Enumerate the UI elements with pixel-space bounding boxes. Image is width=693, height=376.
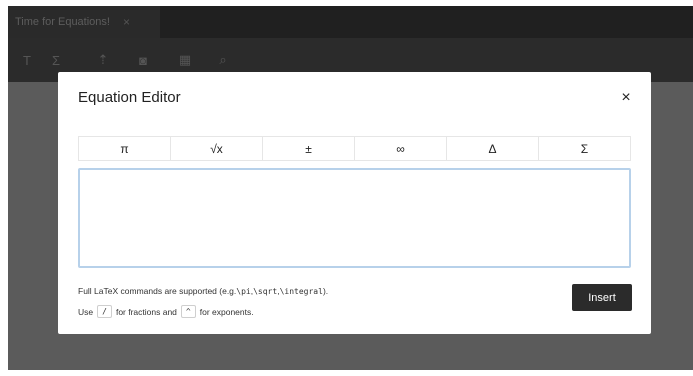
tab-close-icon[interactable]: × <box>123 15 130 29</box>
help-text: for exponents. <box>199 306 254 317</box>
plus-minus-symbol-button[interactable]: ± <box>263 137 355 160</box>
delta-symbol-button[interactable]: Δ <box>447 137 539 160</box>
help-text: ). <box>322 286 329 296</box>
help-text: Full LaTeX commands are supported (e.g. <box>78 286 237 296</box>
dialog-title: Equation Editor <box>78 89 181 106</box>
document-tab[interactable]: Time for Equations! × <box>8 6 160 38</box>
close-icon[interactable]: × <box>618 90 634 106</box>
latex-command-integral: \integral <box>279 286 323 296</box>
tab-title: Time for Equations! <box>15 16 110 28</box>
insert-button[interactable]: Insert <box>572 284 632 311</box>
help-text: for fractions and <box>115 306 177 317</box>
equation-editor-dialog: Equation Editor × π √x ± ∞ Δ Σ Full LaTe… <box>58 72 651 334</box>
app-window: Time for Equations! × T Σ ⇡ ◙ ▦ ⌕ Equati… <box>8 6 693 370</box>
help-line-shortcuts: Use / for fractions and ^ for exponents. <box>78 305 254 318</box>
latex-command-pi: \pi <box>236 286 251 296</box>
title-bar: Time for Equations! × <box>8 6 693 38</box>
sqrt-symbol-button[interactable]: √x <box>171 137 263 160</box>
exponent-key: ^ <box>180 305 196 318</box>
help-line-latex: Full LaTeX commands are supported (e.g. … <box>78 286 328 296</box>
symbol-bar: π √x ± ∞ Δ Σ <box>78 136 631 161</box>
equation-input[interactable] <box>78 168 631 268</box>
latex-command-sqrt: \sqrt <box>253 286 278 296</box>
text-icon[interactable]: T <box>14 38 40 82</box>
pi-symbol-button[interactable]: π <box>79 137 171 160</box>
infinity-symbol-button[interactable]: ∞ <box>355 137 447 160</box>
sigma-symbol-button[interactable]: Σ <box>539 137 630 160</box>
help-text: Use <box>78 306 94 317</box>
fraction-key: / <box>97 305 112 318</box>
